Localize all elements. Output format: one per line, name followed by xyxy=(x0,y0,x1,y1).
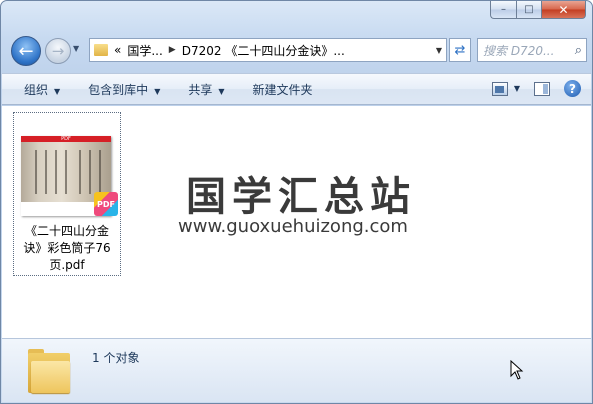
search-input[interactable]: 搜索 D720... ⌕ xyxy=(477,38,587,62)
forward-button[interactable]: → xyxy=(45,38,71,64)
include-in-library-label: 包含到库中 xyxy=(88,82,149,97)
new-folder-label: 新建文件夹 xyxy=(252,82,313,97)
pdf-file-icon: PDF xyxy=(94,192,118,216)
breadcrumb-item-current[interactable]: D7202 《二十四山分金诀》... xyxy=(182,42,345,59)
folder-icon xyxy=(28,349,70,395)
file-item[interactable]: PDF PDF 《二十四山分金 诀》彩色筒子76 页.pdf xyxy=(13,112,121,276)
organize-menu[interactable]: 组织 ▼ xyxy=(10,81,74,98)
command-bar: 组织 ▼ 包含到库中 ▼ 共享 ▼ 新建文件夹 ▼ ? xyxy=(2,73,591,105)
share-label: 共享 xyxy=(188,82,213,97)
explorer-window: – □ ✕ ← → ▼ « 国学... ▶ D7202 《二十四山分金诀》...… xyxy=(0,0,593,404)
search-placeholder: 搜索 D720... xyxy=(483,43,555,58)
include-in-library-menu[interactable]: 包含到库中 ▼ xyxy=(74,81,174,98)
breadcrumb-separator-icon[interactable]: ▶ xyxy=(169,45,176,55)
watermark-url: www.guoxuehuizong.com xyxy=(178,216,408,237)
chevron-down-icon: ▼ xyxy=(513,84,520,93)
new-folder-button[interactable]: 新建文件夹 xyxy=(239,81,327,98)
search-icon[interactable]: ⌕ xyxy=(575,43,582,58)
chevron-down-icon: ▼ xyxy=(54,86,61,96)
chevron-down-icon: ▼ xyxy=(218,86,225,96)
back-arrow-icon: ← xyxy=(18,40,34,62)
breadcrumb-item-root[interactable]: 国学... xyxy=(127,42,162,59)
caption-buttons: – □ ✕ xyxy=(490,1,586,21)
forward-arrow-icon: → xyxy=(51,42,65,60)
address-bar[interactable]: « 国学... ▶ D7202 《二十四山分金诀》... ▼ xyxy=(89,38,447,62)
recent-pages-dropdown[interactable]: ▼ xyxy=(73,44,79,53)
close-button[interactable]: ✕ xyxy=(542,1,586,19)
file-name-line: 诀》彩色筒子76 xyxy=(23,241,111,255)
back-button[interactable]: ← xyxy=(11,36,41,66)
file-name-line: 页.pdf xyxy=(49,258,85,272)
maximize-button[interactable]: □ xyxy=(516,1,542,19)
chevron-down-icon: ▼ xyxy=(154,86,161,96)
view-controls: ▼ ? xyxy=(491,80,581,97)
mouse-cursor-icon xyxy=(510,360,524,380)
share-menu[interactable]: 共享 ▼ xyxy=(174,81,238,98)
organize-label: 组织 xyxy=(24,82,49,97)
details-pane: 1 个对象 xyxy=(2,338,591,402)
item-count: 1 个对象 xyxy=(92,351,140,365)
file-list-area[interactable]: PDF PDF 《二十四山分金 诀》彩色筒子76 页.pdf 国学汇总站 www… xyxy=(2,106,591,338)
file-name[interactable]: 《二十四山分金 诀》彩色筒子76 页.pdf xyxy=(14,223,120,274)
help-icon[interactable]: ? xyxy=(564,80,581,97)
folder-icon xyxy=(94,44,108,56)
file-name-line: 《二十四山分金 xyxy=(24,224,109,238)
preview-pane-icon[interactable] xyxy=(534,81,550,96)
change-view-button[interactable]: ▼ xyxy=(491,81,520,96)
address-dropdown-icon[interactable]: ▼ xyxy=(436,46,442,55)
navigation-bar: ← → ▼ « 国学... ▶ D7202 《二十四山分金诀》... ▼ ⇄ 搜… xyxy=(9,34,587,66)
refresh-button[interactable]: ⇄ xyxy=(449,38,471,62)
view-icon xyxy=(491,81,508,96)
watermark-title: 国学汇总站 xyxy=(186,174,416,220)
refresh-icon: ⇄ xyxy=(454,42,466,58)
minimize-button[interactable]: – xyxy=(490,1,516,19)
breadcrumb-overflow[interactable]: « xyxy=(114,43,121,57)
